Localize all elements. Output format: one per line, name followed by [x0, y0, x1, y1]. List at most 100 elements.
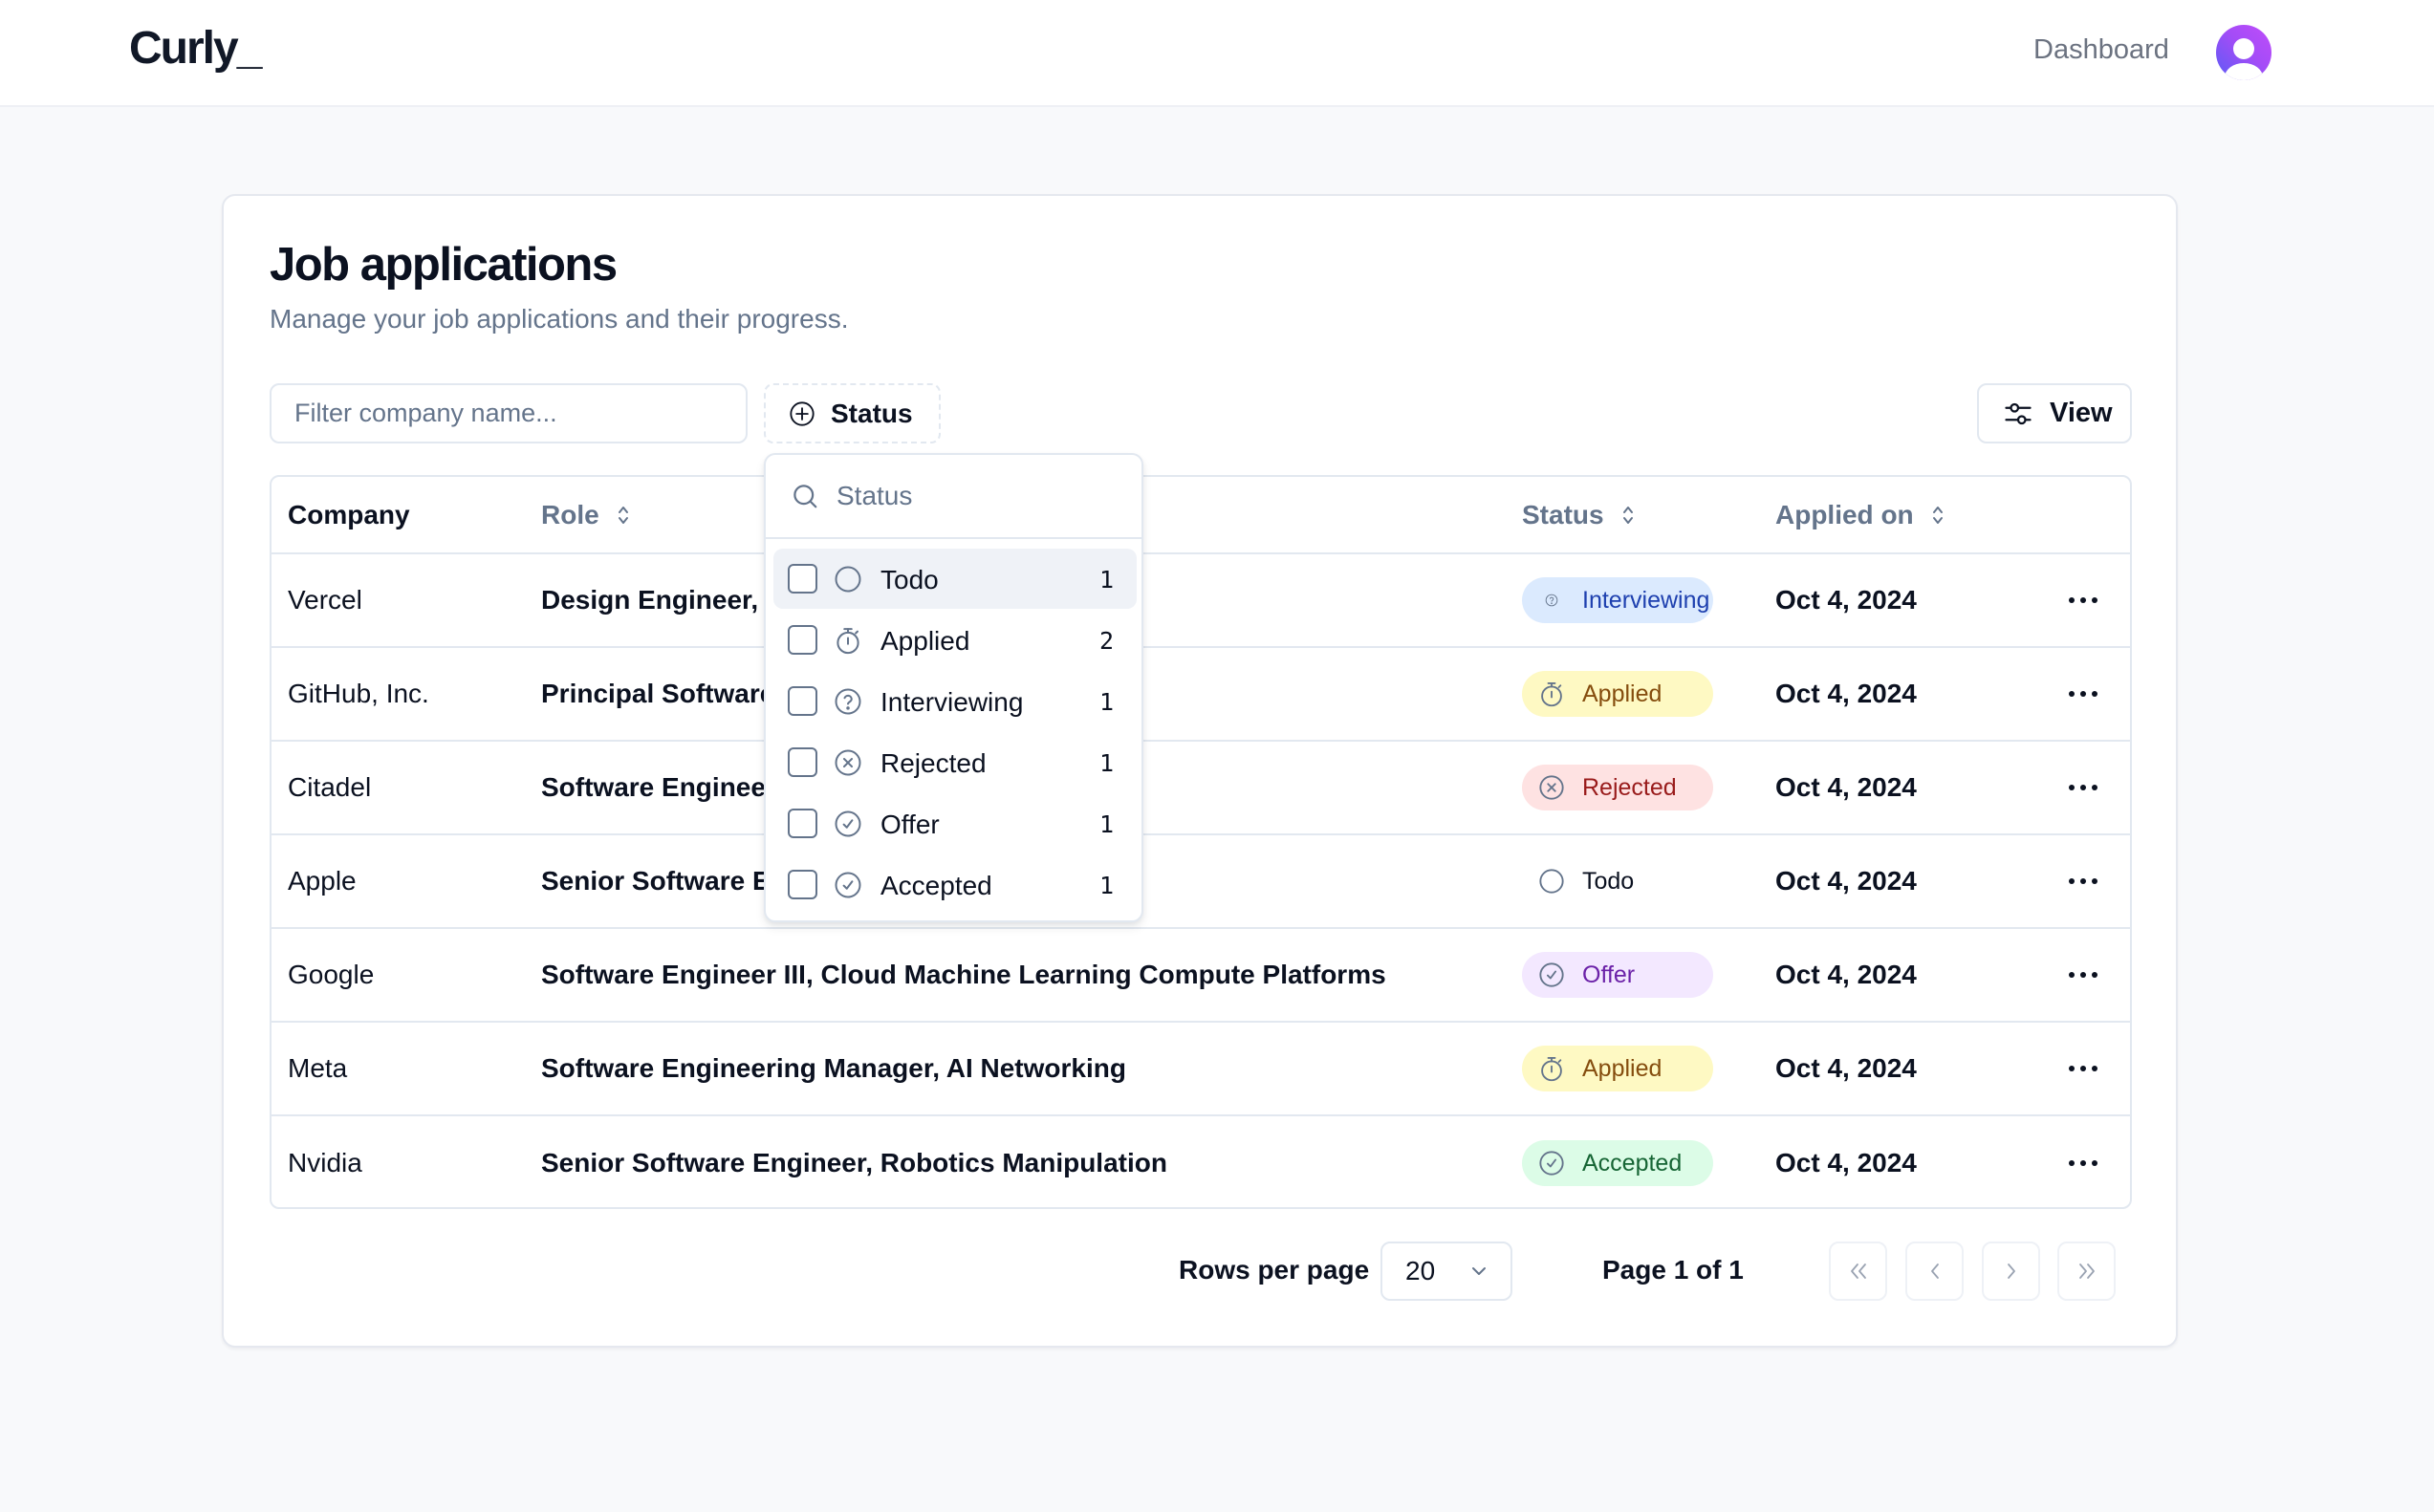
- company-cell: Citadel: [288, 742, 371, 833]
- company-name: Citadel: [288, 772, 372, 802]
- table-row[interactable]: GitHub, Inc. Principal Software Applied …: [272, 648, 2130, 742]
- more-horizontal-icon[interactable]: [2069, 972, 2097, 978]
- column-header-role[interactable]: Role: [541, 477, 630, 552]
- status-cell: Rejected: [1522, 742, 1713, 833]
- more-horizontal-icon[interactable]: [2069, 785, 2097, 790]
- status-option-label: Offer: [880, 810, 940, 839]
- status-option-label: Accepted: [880, 871, 992, 900]
- applied-on-cell: Oct 4, 2024: [1775, 554, 1917, 646]
- status-filter-popover: Todo 1 Applied 2 Interviewing 1 Rejected…: [764, 453, 1143, 922]
- filter-company-input[interactable]: [270, 383, 748, 443]
- status-badge: Applied: [1522, 1046, 1713, 1091]
- status-badge: Interviewing: [1522, 577, 1713, 623]
- applied-date: Oct 4, 2024: [1775, 679, 1917, 708]
- status-cell: Todo: [1522, 835, 1713, 927]
- role-title: Software Engineer: [541, 772, 776, 802]
- role-cell: Software Engineer: [541, 742, 776, 833]
- applied-on-cell: Oct 4, 2024: [1775, 648, 1917, 740]
- previous-page-button[interactable]: [1905, 1242, 1964, 1301]
- status-label: Interviewing: [1582, 586, 1710, 614]
- rows-per-page-select[interactable]: 20: [1380, 1242, 1512, 1301]
- company-name: GitHub, Inc.: [288, 679, 429, 708]
- checkbox[interactable]: [788, 686, 817, 716]
- applied-date: Oct 4, 2024: [1775, 1053, 1917, 1083]
- status-option-rejected[interactable]: Rejected 1: [773, 732, 1137, 792]
- last-page-button[interactable]: [2057, 1242, 2116, 1301]
- user-avatar[interactable]: [2216, 25, 2271, 80]
- table-row[interactable]: Citadel Software Engineer Rejected Oct 4…: [272, 742, 2130, 835]
- search-icon: [793, 485, 817, 508]
- row-actions-cell: [2059, 835, 2107, 927]
- status-search-input[interactable]: [837, 481, 1104, 511]
- status-option-count: 1: [1098, 810, 1114, 838]
- status-option-interviewing[interactable]: Interviewing 1: [773, 671, 1137, 731]
- plus-circle-icon: [790, 400, 815, 426]
- checkbox[interactable]: [788, 870, 817, 899]
- sort-icon: [618, 506, 628, 524]
- x-circle-icon: [834, 748, 862, 777]
- status-filter-button[interactable]: Status: [764, 383, 941, 443]
- sort-icon: [1622, 506, 1633, 524]
- view-options-button[interactable]: View: [1977, 383, 2132, 443]
- applied-date: Oct 4, 2024: [1775, 960, 1917, 989]
- more-horizontal-icon[interactable]: [2069, 597, 2097, 603]
- app-logo[interactable]: Curly_: [129, 26, 262, 72]
- check-circle-icon: [834, 871, 862, 899]
- more-horizontal-icon[interactable]: [2069, 878, 2097, 884]
- rows-per-page-value: 20: [1405, 1256, 1436, 1285]
- status-option-offer[interactable]: Offer 1: [773, 793, 1137, 853]
- more-horizontal-icon[interactable]: [2069, 691, 2097, 697]
- status-cell: Offer: [1522, 929, 1713, 1021]
- role-cell: Design Engineer, I: [541, 554, 773, 646]
- applied-date: Oct 4, 2024: [1775, 866, 1917, 896]
- status-option-accepted[interactable]: Accepted 1: [773, 854, 1137, 915]
- role-cell: Software Engineering Manager, AI Network…: [541, 1023, 1126, 1114]
- first-page-button[interactable]: [1829, 1242, 1887, 1301]
- applications-table: Company Role Status Applied on Vercel De…: [270, 475, 2132, 1209]
- top-navbar: Curly_ Dashboard: [0, 0, 2434, 107]
- more-horizontal-icon[interactable]: [2069, 1160, 2097, 1166]
- nav-link-dashboard[interactable]: Dashboard: [2033, 36, 2169, 64]
- status-option-label: Todo: [880, 565, 939, 594]
- company-cell: Nvidia: [288, 1116, 362, 1207]
- status-option-count: 1: [1098, 566, 1114, 594]
- status-label: Accepted: [1582, 1149, 1683, 1177]
- check-circle-icon: [1538, 1150, 1565, 1177]
- timer-icon: [1538, 680, 1565, 707]
- status-label: Offer: [1582, 961, 1636, 988]
- company-name: Nvidia: [288, 1148, 362, 1177]
- status-option-todo[interactable]: Todo 1: [773, 549, 1137, 609]
- table-row[interactable]: Nvidia Senior Software Engineer, Robotic…: [272, 1116, 2130, 1207]
- checkbox[interactable]: [788, 625, 817, 655]
- row-actions-cell: [2059, 742, 2107, 833]
- status-search-row: [766, 455, 1141, 539]
- next-page-button[interactable]: [1982, 1242, 2040, 1301]
- column-header-company: Company: [288, 499, 410, 529]
- table-row[interactable]: Meta Software Engineering Manager, AI Ne…: [272, 1023, 2130, 1116]
- job-applications-card: Job applications Manage your job applica…: [222, 194, 2178, 1348]
- row-actions-cell: [2059, 1023, 2107, 1114]
- table-row[interactable]: Apple Senior Software E Todo Oct 4, 2024: [272, 835, 2130, 929]
- status-badge: Offer: [1522, 952, 1713, 998]
- table-row[interactable]: Google Software Engineer III, Cloud Mach…: [272, 929, 2130, 1023]
- table-row[interactable]: Vercel Design Engineer, I Interviewing O…: [272, 554, 2130, 648]
- status-option-count: 1: [1098, 749, 1114, 777]
- column-header-status[interactable]: Status: [1522, 477, 1635, 552]
- check-circle-icon: [834, 810, 862, 838]
- status-option-applied[interactable]: Applied 2: [773, 610, 1137, 670]
- company-cell: Vercel: [288, 554, 362, 646]
- chevron-left-icon: [1930, 1264, 1939, 1279]
- checkbox[interactable]: [788, 564, 817, 594]
- check-circle-icon: [1538, 961, 1565, 988]
- chevrons-left-icon: [1850, 1264, 1866, 1279]
- checkbox[interactable]: [788, 747, 817, 777]
- sliders-icon: [2005, 402, 2032, 424]
- column-header-applied-on[interactable]: Applied on: [1775, 477, 1945, 552]
- chevron-right-icon: [2007, 1264, 2015, 1279]
- company-cell: GitHub, Inc.: [288, 648, 429, 740]
- checkbox[interactable]: [788, 809, 817, 838]
- x-circle-icon: [1538, 774, 1565, 801]
- role-title: Senior Software E: [541, 866, 771, 896]
- more-horizontal-icon[interactable]: [2069, 1066, 2097, 1071]
- row-actions-cell: [2059, 929, 2107, 1021]
